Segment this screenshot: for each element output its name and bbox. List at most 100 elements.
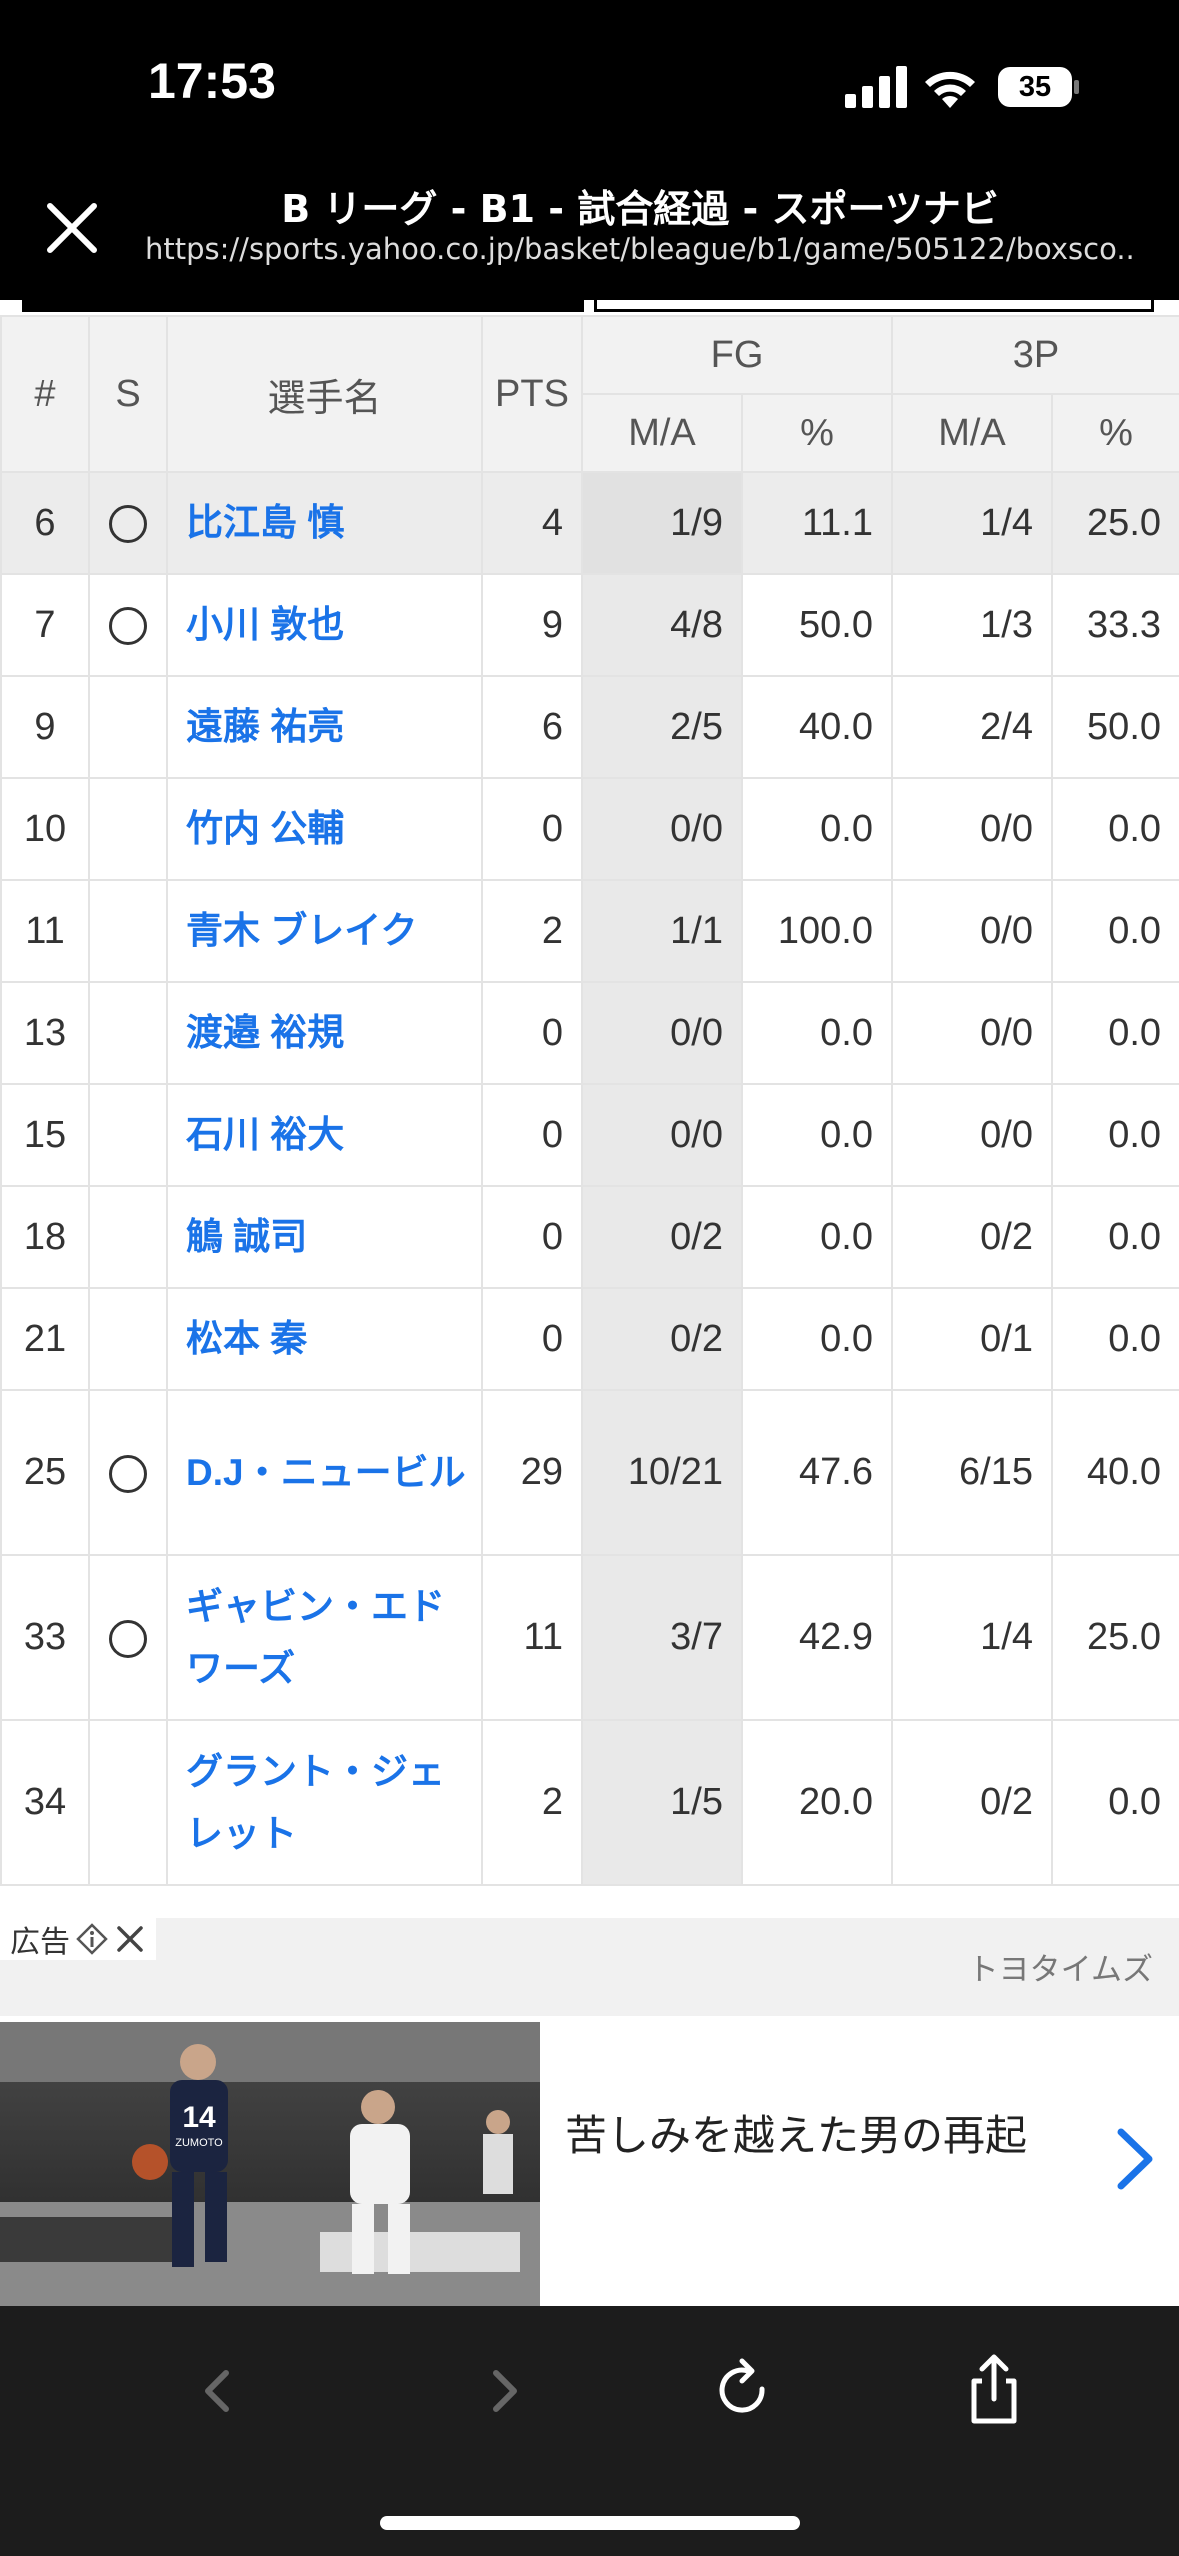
player-3p-ma: 6/15 — [891, 1389, 1053, 1556]
table-tab-border-left — [22, 300, 584, 312]
reload-icon[interactable] — [704, 2351, 784, 2431]
table-tab-border-right — [594, 300, 1154, 312]
chevron-right-icon[interactable] — [1113, 2126, 1157, 2192]
cellular-signal-icon — [845, 66, 907, 108]
player-name-link[interactable]: 鵤 誠司 — [166, 1185, 483, 1289]
player-3p-ma: 0/0 — [891, 777, 1053, 881]
player-3p-ma: 2/4 — [891, 675, 1053, 779]
player-name-link[interactable]: 比江島 慎 — [166, 471, 483, 575]
battery-icon: 35 — [998, 67, 1079, 107]
ad-label: 広告 — [10, 1925, 70, 1960]
player-row: 33 ギャビン・エドワーズ 11 3/7 42.9 1/4 25.0 — [0, 1554, 1179, 1721]
col-pts-header: PTS — [481, 315, 583, 473]
player-3p-ma: 0/1 — [891, 1287, 1053, 1391]
player-name-link[interactable]: グラント・ジェレット — [166, 1719, 483, 1886]
ad-sponsor: トヨタイムズ — [967, 1952, 1153, 1988]
player-3p-pct: 50.0 — [1050, 675, 1179, 779]
player-pts: 4 — [481, 471, 583, 575]
ad-image-jersey-number: 14 — [182, 2101, 216, 2134]
player-row: 11 青木 ブレイク 2 1/1 100.0 0/0 0.0 — [0, 879, 1179, 983]
status-time: 17:53 — [148, 53, 276, 109]
player-pts: 9 — [481, 573, 583, 677]
starter-cell — [88, 471, 168, 575]
player-3p-pct: 40.0 — [1050, 1389, 1179, 1556]
player-fg-ma: 0/2 — [581, 1185, 743, 1289]
player-3p-ma: 1/4 — [891, 471, 1053, 575]
forward-icon[interactable] — [464, 2351, 544, 2431]
player-pts: 0 — [481, 777, 583, 881]
ad-headline[interactable]: 苦しみを越えた男の再起 — [565, 2106, 1085, 2166]
box-score-table: # S 選手名 PTS FG 3P M/A % M/A % 6 比江島 慎 4 1/9… — [0, 315, 1179, 1886]
player-3p-ma: 0/0 — [891, 1083, 1053, 1187]
player-3p-ma: 1/3 — [891, 573, 1053, 677]
ad-info-icon[interactable] — [76, 1923, 108, 1955]
player-fg-ma: 1/1 — [581, 879, 743, 983]
starter-cell — [88, 1719, 168, 1886]
col-3p-ma-header: M/A — [891, 393, 1053, 473]
player-3p-ma: 1/4 — [891, 1554, 1053, 1721]
player-3p-ma: 0/0 — [891, 981, 1053, 1085]
player-row: 15 石川 裕大 0 0/0 0.0 0/0 0.0 — [0, 1083, 1179, 1187]
status-bar: 17:53 35 — [0, 0, 1179, 170]
player-fg-pct: 47.6 — [741, 1389, 893, 1556]
player-3p-pct: 0.0 — [1050, 1287, 1179, 1391]
player-number: 21 — [0, 1287, 90, 1391]
player-fg-ma: 1/5 — [581, 1719, 743, 1886]
starter-cell — [88, 1554, 168, 1721]
player-number: 33 — [0, 1554, 90, 1721]
ad-image-basketball[interactable]: 14 ZUMOTO — [0, 2022, 540, 2306]
player-name-link[interactable]: 遠藤 祐亮 — [166, 675, 483, 779]
player-name-link[interactable]: 青木 ブレイク — [166, 879, 483, 983]
player-name-link[interactable]: 小川 敦也 — [166, 573, 483, 677]
player-fg-ma: 2/5 — [581, 675, 743, 779]
starter-circle-icon — [109, 607, 147, 646]
player-number: 13 — [0, 981, 90, 1085]
player-name-link[interactable]: ギャビン・エドワーズ — [166, 1554, 483, 1721]
ad-card[interactable]: 14 ZUMOTO 苦しみを越えた男の再起 — [0, 2016, 1179, 2306]
player-name-link[interactable]: 竹内 公輔 — [166, 777, 483, 881]
player-3p-ma: 0/2 — [891, 1185, 1053, 1289]
close-icon[interactable] — [42, 198, 102, 258]
col-fg-header: FG — [581, 315, 893, 395]
player-fg-ma: 0/0 — [581, 1083, 743, 1187]
browser-toolbar — [0, 2306, 1179, 2556]
player-name-link[interactable]: 松本 秦 — [166, 1287, 483, 1391]
col-fg-pct-header: % — [741, 393, 893, 473]
wifi-icon — [925, 71, 975, 108]
player-fg-pct: 0.0 — [741, 1083, 893, 1187]
player-fg-pct: 11.1 — [741, 471, 893, 575]
player-row: 10 竹内 公輔 0 0/0 0.0 0/0 0.0 — [0, 777, 1179, 881]
battery-cap — [1074, 80, 1079, 94]
player-number: 18 — [0, 1185, 90, 1289]
starter-circle-icon — [109, 1619, 147, 1658]
player-3p-pct: 0.0 — [1050, 1083, 1179, 1187]
back-icon[interactable] — [178, 2351, 258, 2431]
player-number: 15 — [0, 1083, 90, 1187]
ad-close-icon[interactable] — [114, 1923, 146, 1955]
share-icon[interactable] — [954, 2351, 1034, 2431]
player-fg-pct: 0.0 — [741, 777, 893, 881]
ad-label-box: 広告 — [0, 1918, 156, 1960]
starter-cell — [88, 1389, 168, 1556]
player-row: 21 松本 秦 0 0/2 0.0 0/1 0.0 — [0, 1287, 1179, 1391]
player-fg-ma: 0/2 — [581, 1287, 743, 1391]
player-pts: 11 — [481, 1554, 583, 1721]
player-fg-ma: 0/0 — [581, 981, 743, 1085]
player-name-link[interactable]: D.J・ニュービル — [166, 1389, 483, 1556]
player-3p-pct: 0.0 — [1050, 1185, 1179, 1289]
player-name-link[interactable]: 渡邉 裕規 — [166, 981, 483, 1085]
player-fg-ma: 3/7 — [581, 1554, 743, 1721]
starter-cell — [88, 777, 168, 881]
player-number: 6 — [0, 471, 90, 575]
player-number: 7 — [0, 573, 90, 677]
player-number: 25 — [0, 1389, 90, 1556]
player-3p-pct: 0.0 — [1050, 777, 1179, 881]
page-url[interactable]: https://sports.yahoo.co.jp/basket/bleagu… — [145, 232, 1135, 266]
player-3p-ma: 0/0 — [891, 879, 1053, 983]
player-name-link[interactable]: 石川 裕大 — [166, 1083, 483, 1187]
starter-cell — [88, 981, 168, 1085]
player-3p-pct: 33.3 — [1050, 573, 1179, 677]
player-pts: 0 — [481, 1287, 583, 1391]
player-fg-pct: 0.0 — [741, 1287, 893, 1391]
col-number-header: # — [0, 315, 90, 473]
